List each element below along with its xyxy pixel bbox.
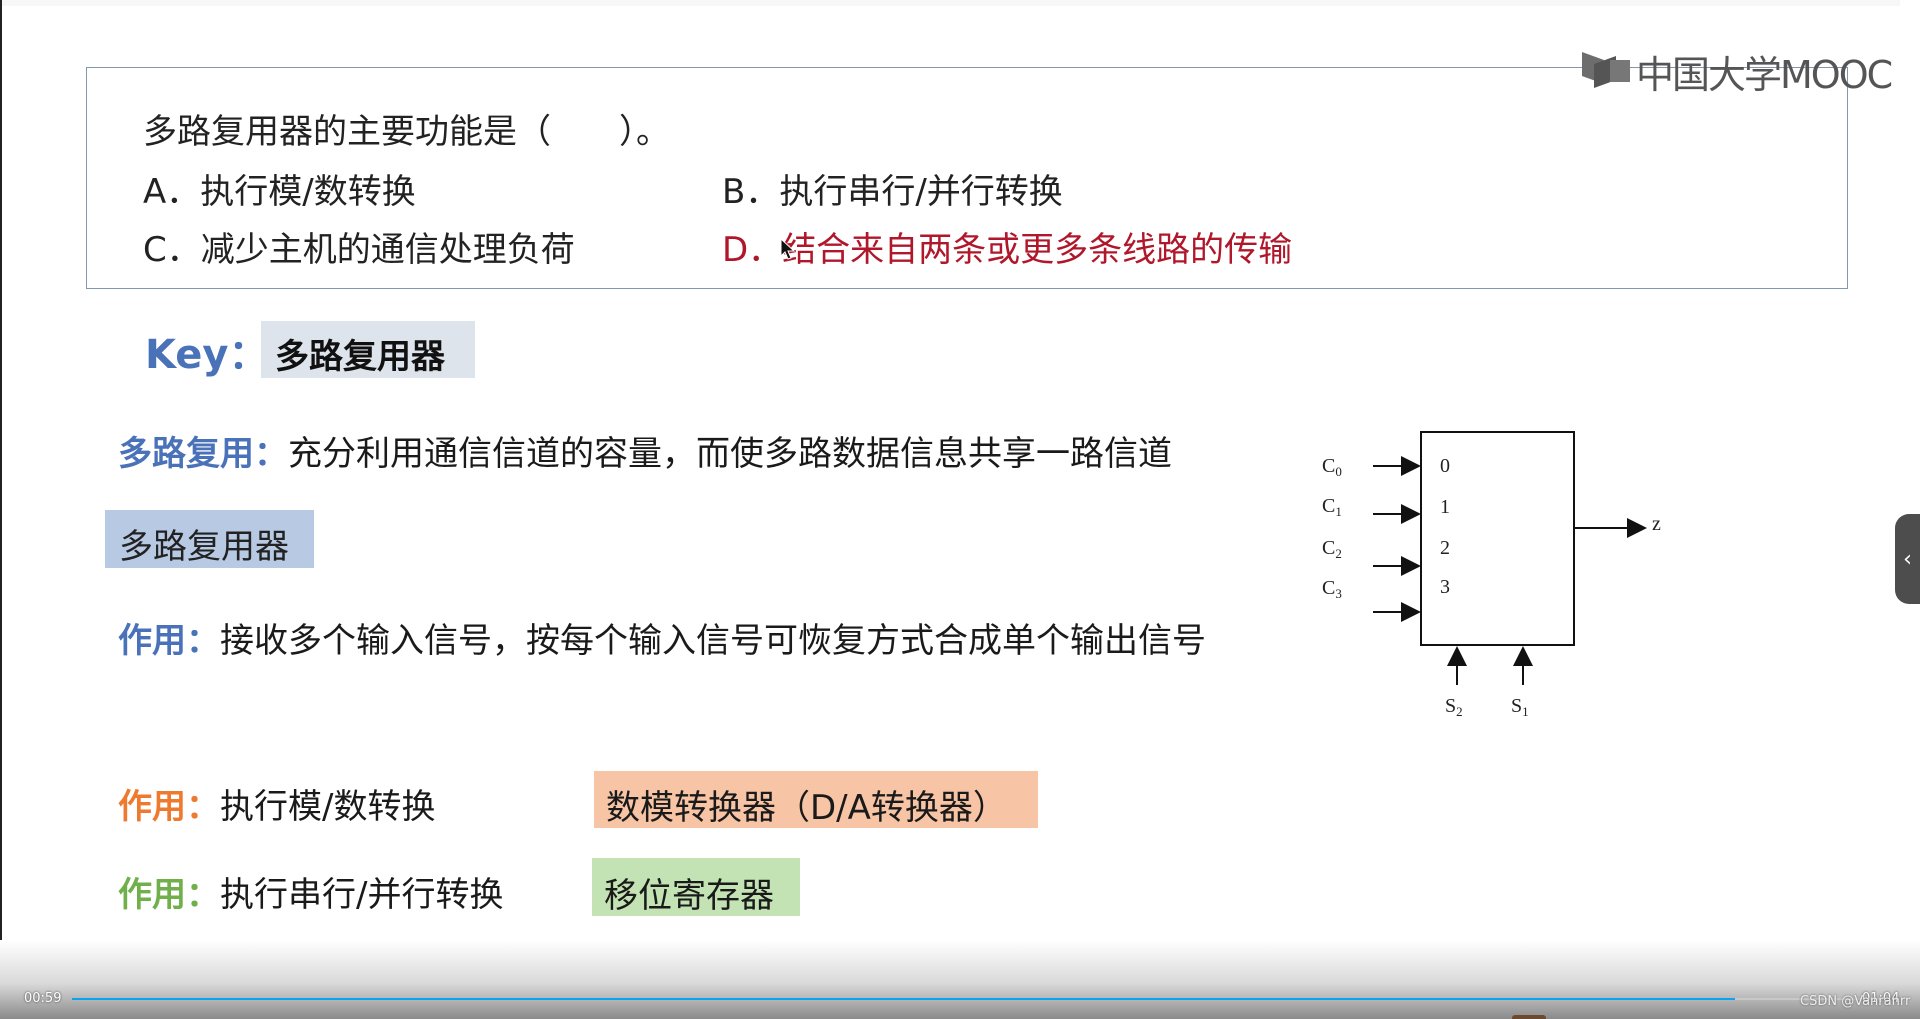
- function-label: 作用：: [118, 621, 220, 661]
- input-label-c0: C0: [1322, 455, 1342, 479]
- port-label-2: 2: [1440, 537, 1450, 559]
- current-time: 00:59: [24, 991, 62, 1006]
- multiplexing-definition: 多路复用：充分利用通信信道的容量，而使多路数据信息共享一路信道: [118, 426, 1172, 475]
- input-label-c1: C1: [1322, 495, 1342, 519]
- question-stem: 多路复用器的主要功能是（ ）。: [143, 112, 670, 152]
- port-label-0: 0: [1440, 455, 1450, 477]
- mouse-cursor-icon: [780, 237, 796, 264]
- video-controls-bar: [0, 940, 1920, 1019]
- progress-bar-fill: [72, 998, 1736, 1000]
- side-panel-toggle[interactable]: ‹: [1895, 514, 1920, 604]
- function-row-a: 作用：执行模/数转换: [118, 779, 435, 828]
- key-term: 多路复用器: [275, 337, 445, 377]
- option-text: 执行串行/并行转换: [779, 172, 1063, 212]
- mooc-logo-text: 中国大学MOOC: [1636, 53, 1893, 97]
- function-row-b: 作用：执行串行/并行转换: [118, 867, 503, 916]
- key-term-highlight: 多路复用器: [261, 321, 475, 378]
- shift-register-text: 移位寄存器: [604, 876, 774, 916]
- window-edge: [0, 0, 2, 1019]
- option-letter: A．: [143, 172, 201, 212]
- function-text-a: 执行模/数转换: [220, 787, 436, 827]
- function-label-green: 作用：: [118, 875, 220, 915]
- option-letter: B．: [722, 172, 780, 212]
- input-label-c3: C3: [1322, 577, 1342, 601]
- top-strip: [0, 0, 1900, 6]
- option-c[interactable]: C．减少主机的通信处理负荷: [143, 222, 575, 271]
- option-b[interactable]: B．执行串行/并行转换: [722, 164, 1063, 213]
- input-label-c2: C2: [1322, 537, 1342, 561]
- watermark: CSDN @Vanranrr: [1800, 994, 1911, 1009]
- shift-register-highlight: 移位寄存器: [592, 858, 800, 916]
- control-handle[interactable]: [1512, 1015, 1546, 1019]
- key-label: Key：: [145, 332, 269, 378]
- mooc-logo: 中国大学MOOC: [1580, 44, 1893, 99]
- da-converter-text: 数模转换器（D/A转换器）: [606, 788, 1007, 828]
- chevron-left-icon: ‹: [1903, 546, 1912, 572]
- option-text: 减少主机的通信处理负荷: [200, 230, 575, 270]
- option-text: 执行模/数转换: [200, 172, 416, 212]
- option-letter: C．: [143, 230, 201, 270]
- option-letter: D．: [722, 230, 783, 270]
- function-label-orange: 作用：: [118, 787, 220, 827]
- port-label-1: 1: [1440, 496, 1450, 518]
- select-label-s2: S2: [1445, 695, 1463, 719]
- multiplexing-text: 充分利用通信信道的容量，而使多路数据信息共享一路信道: [288, 434, 1172, 474]
- option-text: 结合来自两条或更多条线路的传输: [782, 230, 1293, 270]
- multiplexer-diagram: C0 C1 C2 C3 0 1 2 3 z S2 S1: [1322, 431, 1661, 719]
- mux-term-highlight: 多路复用器: [105, 510, 314, 568]
- mooc-book-icon: [1580, 50, 1632, 94]
- function-text-b: 执行串行/并行转换: [220, 875, 504, 915]
- mux-term: 多路复用器: [119, 527, 289, 567]
- multiplexing-label: 多路复用：: [118, 434, 288, 474]
- output-label: z: [1652, 513, 1661, 535]
- select-label-s1: S1: [1511, 695, 1529, 719]
- option-d-correct[interactable]: D．结合来自两条或更多条线路的传输: [722, 222, 1292, 271]
- mux-function: 作用：接收多个输入信号，按每个输入信号可恢复方式合成单个输出信号: [118, 613, 1206, 662]
- da-converter-highlight: 数模转换器（D/A转换器）: [594, 771, 1038, 828]
- option-a[interactable]: A．执行模/数转换: [143, 164, 416, 213]
- function-text: 接收多个输入信号，按每个输入信号可恢复方式合成单个输出信号: [220, 621, 1206, 661]
- progress-bar[interactable]: [72, 998, 1880, 1000]
- port-label-3: 3: [1440, 576, 1450, 598]
